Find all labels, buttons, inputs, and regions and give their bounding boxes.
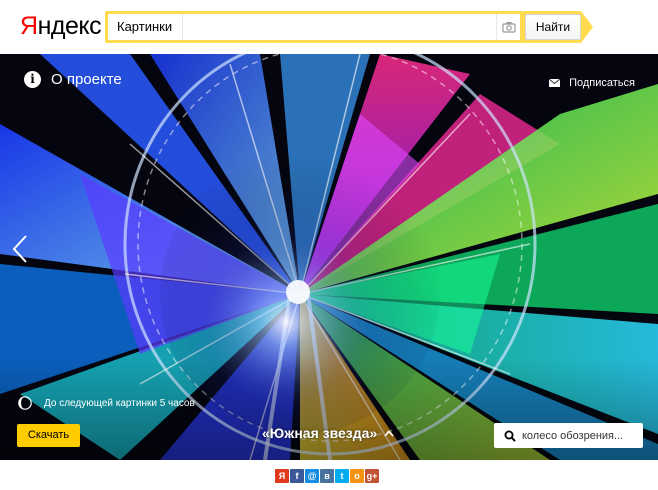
moon-clock-icon bbox=[18, 396, 32, 410]
search-input[interactable] bbox=[184, 14, 494, 40]
logo-first-letter: Я bbox=[20, 12, 38, 40]
odnoklassniki-icon[interactable]: о bbox=[350, 469, 364, 483]
find-button-arrow bbox=[581, 11, 593, 43]
subscribe-label: Подписаться bbox=[569, 77, 635, 89]
ya-share-icon[interactable]: Я bbox=[275, 469, 289, 483]
twitter-icon[interactable]: t bbox=[335, 469, 349, 483]
hero-image: i О проекте Подписаться До следующей кар… bbox=[0, 54, 658, 460]
camera-search-button[interactable] bbox=[496, 14, 520, 40]
subscribe-link[interactable]: Подписаться bbox=[549, 77, 635, 89]
info-icon: i bbox=[24, 71, 41, 88]
header: Яндекс Картинки Найти bbox=[0, 0, 658, 54]
chevron-left-icon[interactable] bbox=[12, 234, 28, 264]
search-service-tab[interactable]: Картинки bbox=[108, 14, 183, 40]
chevron-up-icon bbox=[384, 429, 394, 437]
timer-text: До следующей картинки 5 часов bbox=[44, 397, 195, 409]
search-icon bbox=[504, 430, 516, 442]
search-picture-query[interactable]: колесо обозрения... bbox=[494, 423, 643, 448]
camera-icon bbox=[501, 22, 516, 33]
picture-caption[interactable]: «Южная звезда» bbox=[262, 425, 394, 441]
search-query-text: колесо обозрения... bbox=[522, 429, 624, 442]
find-button[interactable]: Найти bbox=[525, 14, 581, 40]
share-icons: Яf @ в t о g+ bbox=[275, 469, 379, 483]
search-form: Картинки Найти bbox=[105, 11, 595, 43]
googleplus-icon[interactable]: g+ bbox=[365, 469, 379, 483]
about-project-link[interactable]: i О проекте bbox=[24, 71, 122, 88]
download-button[interactable]: Скачать bbox=[17, 424, 80, 447]
about-project-label: О проекте bbox=[51, 71, 122, 88]
caption-text: «Южная звезда» bbox=[262, 425, 378, 441]
share-bar: Яf @ в t о g+ bbox=[0, 460, 658, 490]
vkontakte-icon[interactable]: в bbox=[320, 469, 334, 483]
next-picture-timer: До следующей картинки 5 часов bbox=[18, 396, 195, 410]
yandex-logo[interactable]: Яндекс bbox=[20, 12, 102, 40]
search-box-frame: Картинки bbox=[105, 11, 523, 43]
moimir-icon[interactable]: @ bbox=[305, 469, 319, 483]
facebook-icon[interactable]: f bbox=[290, 469, 304, 483]
search-box-inner: Картинки bbox=[108, 14, 520, 40]
envelope-icon bbox=[549, 79, 561, 87]
logo-rest: ндекс bbox=[37, 12, 102, 40]
